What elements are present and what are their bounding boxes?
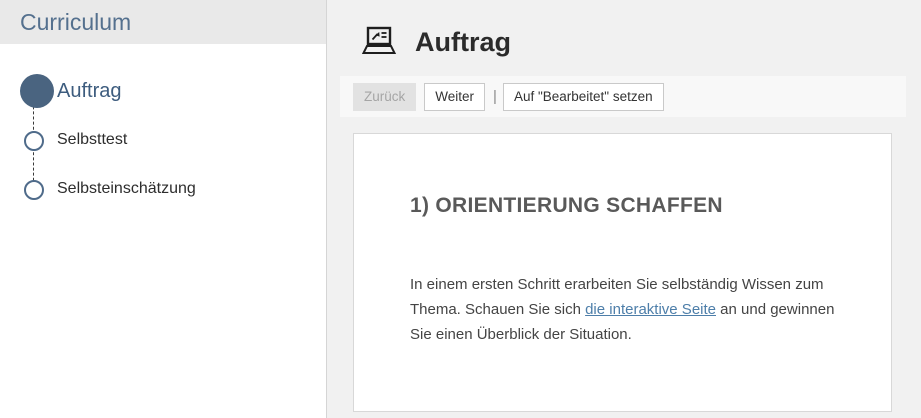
content-heading: 1) ORIENTIERUNG SCHAFFEN [410, 194, 723, 218]
sidebar-title: Curriculum [0, 0, 326, 44]
content-paragraph: In einem ersten Schritt erarbeiten Sie s… [410, 272, 838, 347]
sidebar-item-selbsttest[interactable]: Selbsttest [57, 130, 127, 150]
step-circle-selbsteinschaetzung[interactable] [24, 180, 44, 200]
back-button[interactable]: Zurück [353, 83, 416, 111]
next-button[interactable]: Weiter [424, 83, 485, 111]
page-content-card: 1) ORIENTIERUNG SCHAFFEN In einem ersten… [353, 133, 892, 412]
curriculum-stepper: Auftrag Selbsttest Selbsteinschätzung [0, 44, 326, 418]
sidebar-item-auftrag[interactable]: Auftrag [57, 78, 121, 104]
page-title: Auftrag [415, 26, 511, 58]
curriculum-sidebar: Curriculum Auftrag Selbsttest Selbsteins… [0, 0, 327, 418]
learning-module-icon [361, 26, 397, 56]
sidebar-item-selbsteinschaetzung[interactable]: Selbsteinschätzung [57, 179, 196, 199]
main-content-area: Auftrag Zurück Weiter | Auf "Bearbeitet"… [327, 0, 921, 418]
navigation-toolbar: Zurück Weiter | Auf "Bearbeitet" setzen [340, 76, 906, 117]
interactive-page-link[interactable]: die interaktive Seite [585, 301, 716, 318]
toolbar-separator: | [493, 88, 497, 105]
step-circle-selbsttest[interactable] [24, 131, 44, 151]
step-circle-active[interactable] [20, 74, 54, 108]
mark-edited-button[interactable]: Auf "Bearbeitet" setzen [503, 83, 664, 111]
